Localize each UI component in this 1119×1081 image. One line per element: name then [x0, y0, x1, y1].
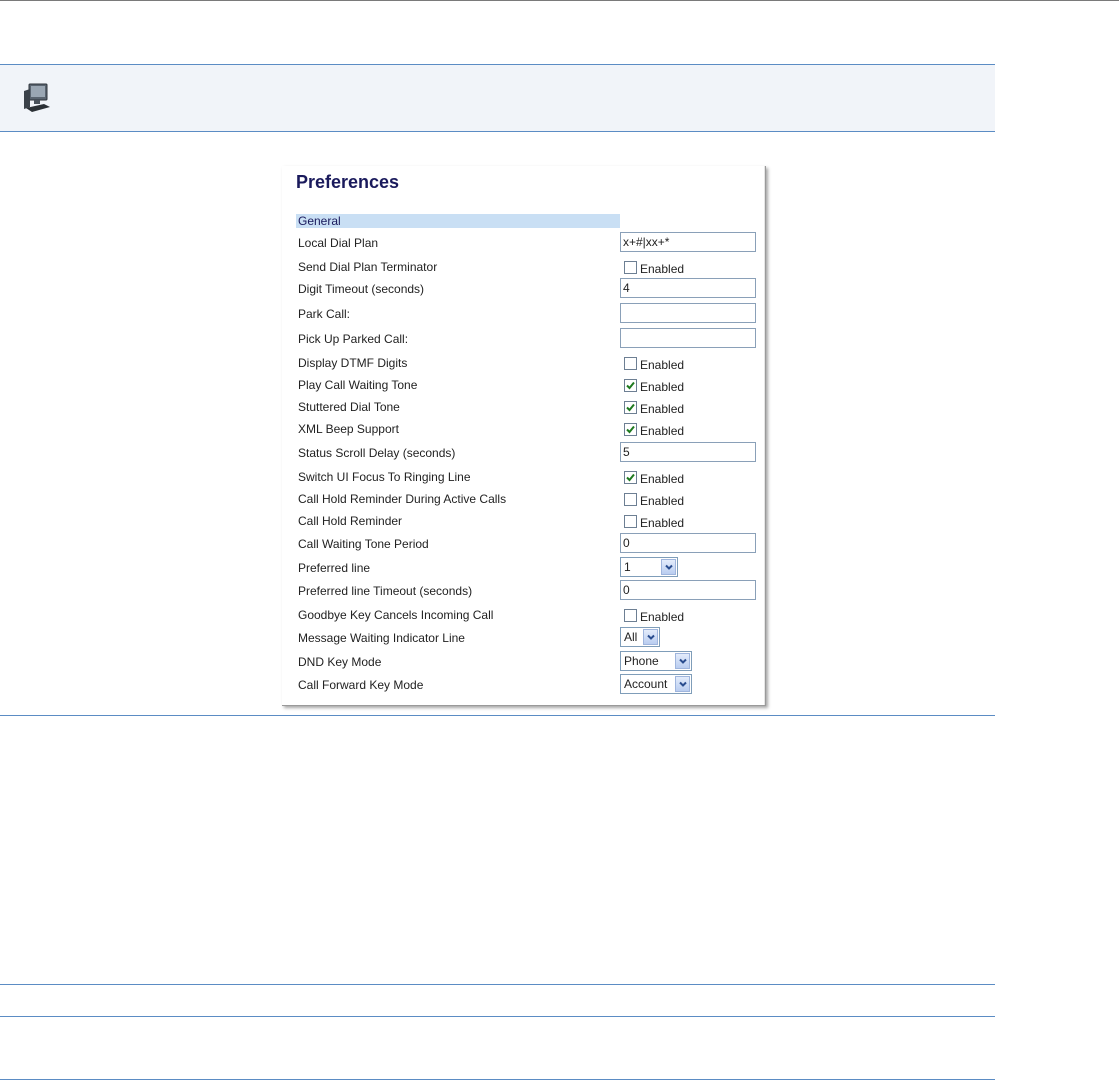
checkbox-label: Enabled [640, 516, 685, 530]
checkbox-label: Enabled [640, 262, 685, 276]
preferences-panel: Preferences General Local Dial Plan x+#|x… [282, 166, 766, 706]
checkbox-label: Enabled [640, 494, 685, 508]
header-band [0, 64, 995, 132]
setting-text-input[interactable]: 0 [620, 533, 756, 553]
setting-text-input[interactable]: x+#|xx+* [620, 232, 756, 252]
setting-text-input[interactable]: 0 [620, 580, 756, 600]
checkbox-label: Enabled [640, 380, 685, 394]
divider [0, 715, 995, 716]
setting-row: Park Call: [282, 303, 765, 325]
setting-row: Call Waiting Tone Period 0 [282, 533, 765, 555]
setting-label: Message Waiting Indicator Line [298, 631, 465, 645]
setting-text-input[interactable]: 5 [620, 442, 756, 462]
setting-label: Switch UI Focus To Ringing Line [298, 470, 471, 484]
chevron-down-icon[interactable] [661, 559, 676, 575]
checkbox-checked-icon[interactable] [624, 471, 637, 484]
setting-checkbox[interactable]: Enabled [624, 401, 684, 416]
setting-row: Goodbye Key Cancels Incoming Call Enabled [282, 604, 765, 626]
checkbox-checked-icon[interactable] [624, 423, 637, 436]
divider [0, 1016, 995, 1017]
setting-row: Switch UI Focus To Ringing Line Enabled [282, 466, 765, 488]
dropdown-value: 1 [624, 560, 631, 574]
divider [0, 1079, 995, 1080]
setting-checkbox[interactable]: Enabled [624, 471, 684, 486]
computer-monitor-icon [20, 81, 54, 115]
setting-row: Display DTMF Digits Enabled [282, 352, 765, 374]
dropdown-value: All [624, 630, 638, 644]
setting-label: Display DTMF Digits [298, 356, 408, 370]
setting-label: Call Forward Key Mode [298, 678, 424, 692]
setting-label: Preferred line [298, 561, 371, 575]
setting-dropdown[interactable]: All [620, 627, 660, 647]
setting-row: Stuttered Dial Tone Enabled [282, 396, 765, 418]
setting-label: Park Call: [298, 307, 351, 321]
chevron-down-icon[interactable] [675, 653, 690, 669]
setting-label: XML Beep Support [298, 422, 399, 436]
checkbox-label: Enabled [640, 402, 685, 416]
setting-row: Preferred line 1 [282, 557, 765, 579]
setting-row: XML Beep Support Enabled [282, 418, 765, 440]
setting-checkbox[interactable]: Enabled [624, 261, 684, 276]
checkbox-checked-icon[interactable] [624, 401, 637, 414]
chevron-down-icon[interactable] [643, 629, 658, 645]
setting-label: Stuttered Dial Tone [298, 400, 400, 414]
setting-row: Pick Up Parked Call: [282, 328, 765, 350]
setting-row: Call Forward Key Mode Account [282, 674, 765, 696]
dropdown-value: Account [624, 677, 668, 691]
setting-dropdown[interactable]: 1 [620, 557, 678, 577]
setting-label: Local Dial Plan [298, 236, 379, 250]
setting-checkbox[interactable]: Enabled [624, 423, 684, 438]
setting-label: Play Call Waiting Tone [298, 378, 418, 392]
setting-label: Preferred line Timeout (seconds) [298, 584, 473, 598]
setting-checkbox[interactable]: Enabled [624, 515, 684, 530]
setting-dropdown[interactable]: Phone [620, 651, 692, 671]
setting-label: Digit Timeout (seconds) [298, 282, 425, 296]
checkbox-empty-icon[interactable] [624, 515, 637, 528]
checkbox-checked-icon[interactable] [624, 379, 637, 392]
setting-row: Digit Timeout (seconds) 4 [282, 278, 765, 300]
setting-checkbox[interactable]: Enabled [624, 493, 684, 508]
setting-text-input[interactable] [620, 328, 756, 348]
setting-text-input[interactable]: 4 [620, 278, 756, 298]
checkbox-label: Enabled [640, 424, 685, 438]
setting-row: DND Key Mode Phone [282, 651, 765, 673]
setting-label: Pick Up Parked Call: [298, 332, 409, 346]
setting-label: Call Waiting Tone Period [298, 537, 429, 551]
chevron-down-icon[interactable] [675, 676, 690, 692]
setting-dropdown[interactable]: Account [620, 674, 692, 694]
setting-row: Status Scroll Delay (seconds) 5 [282, 442, 765, 464]
setting-label: Status Scroll Delay (seconds) [298, 446, 456, 460]
setting-label: Send Dial Plan Terminator [298, 260, 438, 274]
setting-checkbox[interactable]: Enabled [624, 379, 684, 394]
setting-label: Goodbye Key Cancels Incoming Call [298, 608, 494, 622]
setting-label: Call Hold Reminder [298, 514, 403, 528]
top-border [0, 0, 1119, 1]
setting-checkbox[interactable]: Enabled [624, 609, 684, 624]
checkbox-label: Enabled [640, 472, 685, 486]
setting-row: Preferred line Timeout (seconds) 0 [282, 580, 765, 602]
setting-checkbox[interactable]: Enabled [624, 357, 684, 372]
setting-label: DND Key Mode [298, 655, 382, 669]
section-header-general: General [296, 214, 620, 228]
setting-label: Call Hold Reminder During Active Calls [298, 492, 507, 506]
checkbox-empty-icon[interactable] [624, 609, 637, 622]
divider [0, 984, 995, 985]
setting-row: Call Hold Reminder During Active Calls En… [282, 488, 765, 510]
setting-row: Play Call Waiting Tone Enabled [282, 374, 765, 396]
checkbox-label: Enabled [640, 358, 685, 372]
checkbox-label: Enabled [640, 610, 685, 624]
setting-row: Local Dial Plan x+#|xx+* [282, 232, 765, 254]
setting-text-input[interactable] [620, 303, 756, 323]
setting-row: Call Hold Reminder Enabled [282, 510, 765, 532]
checkbox-empty-icon[interactable] [624, 261, 637, 274]
setting-row: Message Waiting Indicator Line All [282, 627, 765, 649]
checkbox-empty-icon[interactable] [624, 493, 637, 506]
setting-row: Send Dial Plan Terminator Enabled [282, 256, 765, 278]
page-title: Preferences [296, 172, 400, 192]
checkbox-empty-icon[interactable] [624, 357, 637, 370]
dropdown-value: Phone [624, 654, 659, 668]
